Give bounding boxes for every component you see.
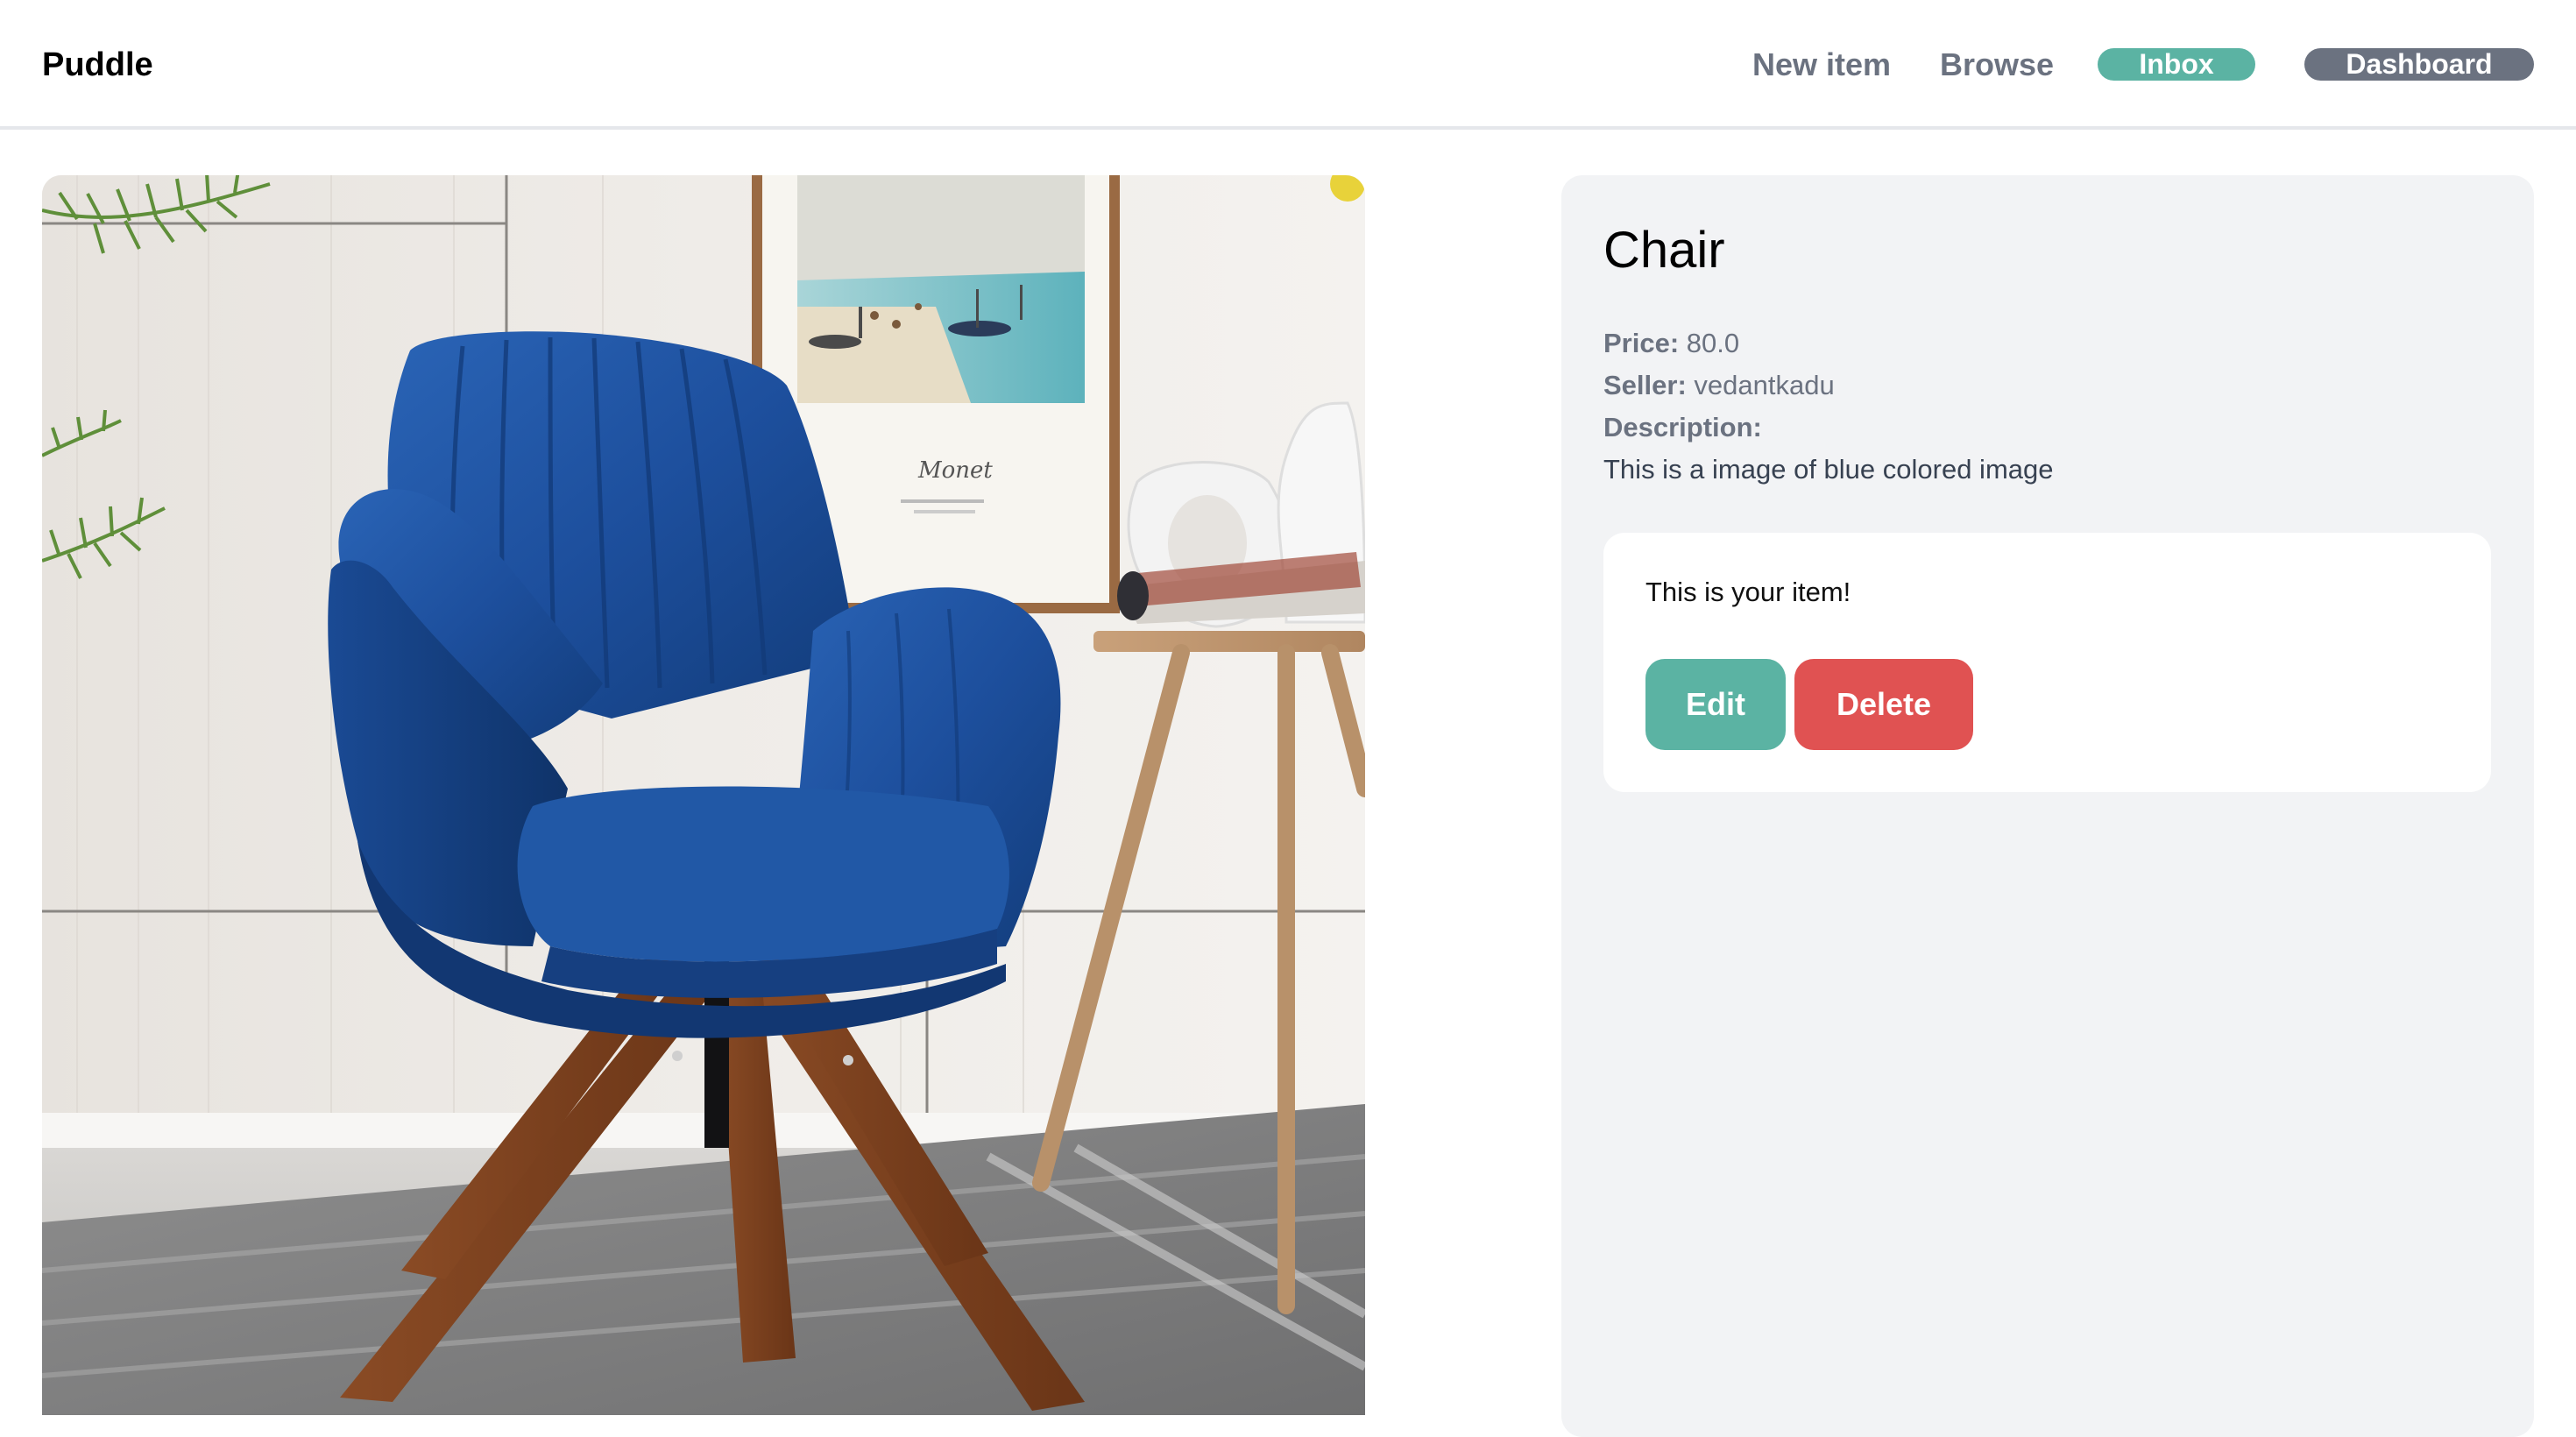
owner-actions-card: This is your item! Edit Delete	[1603, 533, 2491, 792]
description-text: This is a image of blue colored image	[1603, 454, 2054, 485]
chair-photo-illustration: Monet	[42, 175, 1365, 1415]
item-title: Chair	[1603, 222, 1725, 279]
price-value: 80.0	[1686, 328, 1740, 358]
nav-browse-link[interactable]: Browse	[1940, 39, 2054, 91]
nav-dashboard-button[interactable]: Dashboard	[2304, 48, 2534, 81]
item-price-row: Price: 80.0	[1603, 322, 1739, 365]
brand-logo-link[interactable]: Puddle	[42, 39, 153, 91]
item-image: Monet	[42, 175, 1365, 1415]
nav-inbox-button[interactable]: Inbox	[2098, 48, 2255, 81]
item-seller-row: Seller: vedantkadu	[1603, 365, 1835, 407]
item-detail-panel: Chair Price: 80.0 Seller: vedantkadu Des…	[1561, 175, 2534, 1437]
owner-note: This is your item!	[1645, 577, 1851, 607]
nav-new-item-link[interactable]: New item	[1752, 39, 1891, 91]
price-label: Price:	[1603, 328, 1680, 358]
svg-text:Monet: Monet	[917, 457, 993, 484]
top-navbar: Puddle New item Browse Inbox Dashboard	[0, 0, 2576, 130]
description-label: Description:	[1603, 412, 1762, 442]
delete-button[interactable]: Delete	[1794, 659, 1973, 750]
seller-label: Seller:	[1603, 370, 1687, 400]
seller-value: vedantkadu	[1694, 370, 1835, 400]
edit-button[interactable]: Edit	[1645, 659, 1786, 750]
